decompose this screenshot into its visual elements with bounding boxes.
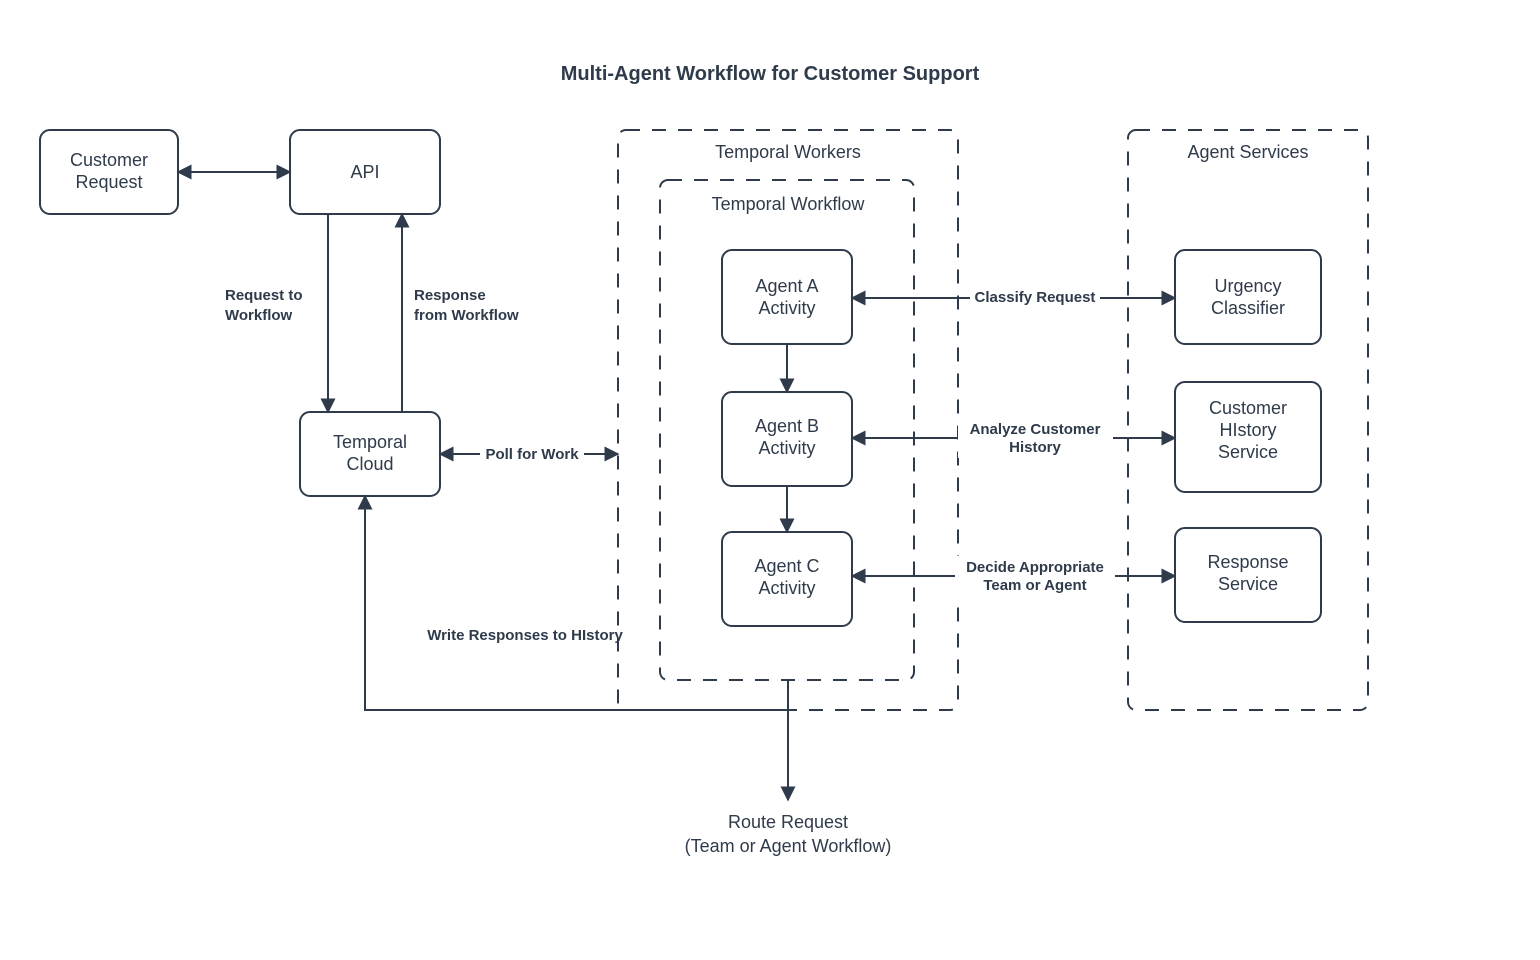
group-agent-services-label: Agent Services (1187, 142, 1308, 162)
edge-api-to-cloud-label-l1: Request to (225, 287, 303, 304)
node-api-label: API (350, 162, 379, 182)
edge-cloud-to-api-label-l1: Response (414, 287, 486, 304)
edge-classify-label: Classify Request (975, 289, 1096, 306)
node-agent-a-label-l1: Agent A (755, 276, 818, 296)
node-urgency-classifier-label-l1: Urgency (1214, 276, 1281, 296)
edge-poll-for-work-label: Poll for Work (485, 446, 579, 463)
edge-decide-label-l2: Team or Agent (983, 577, 1086, 594)
node-response-service-label-l2: Service (1218, 574, 1278, 594)
node-temporal-cloud-label-l1: Temporal (333, 432, 407, 452)
route-label-l2: (Team or Agent Workflow) (685, 836, 892, 856)
node-history-service-label-l2: HIstory (1219, 420, 1276, 440)
group-temporal-workflow-label: Temporal Workflow (712, 194, 866, 214)
group-temporal-workers-label: Temporal Workers (715, 142, 861, 162)
node-agent-c-label-l2: Activity (758, 578, 815, 598)
edge-write-history-label: Write Responses to HIstory (427, 627, 623, 644)
edge-decide-label-l1: Decide Appropriate (966, 559, 1104, 576)
diagram-title: Multi-Agent Workflow for Customer Suppor… (561, 63, 980, 85)
node-agent-a (722, 250, 852, 344)
node-customer-request-label-l2: Request (75, 172, 142, 192)
edge-cloud-to-api-label-l2: from Workflow (414, 307, 519, 324)
route-label-l1: Route Request (728, 812, 848, 832)
node-customer-request-label-l1: Customer (70, 150, 148, 170)
edge-analyze-label-l2: History (1009, 439, 1061, 456)
node-agent-c-label-l1: Agent C (754, 556, 819, 576)
node-agent-a-label-l2: Activity (758, 298, 815, 318)
node-history-service-label-l3: Service (1218, 442, 1278, 462)
node-agent-b-label-l1: Agent B (755, 416, 819, 436)
edge-api-to-cloud-label-l2: Workflow (225, 307, 293, 324)
edge-analyze-label-l1: Analyze Customer (970, 421, 1101, 438)
diagram-canvas: Multi-Agent Workflow for Customer Suppor… (0, 0, 1540, 960)
node-response-service-label-l1: Response (1207, 552, 1288, 572)
node-agent-b-label-l2: Activity (758, 438, 815, 458)
node-urgency-classifier (1175, 250, 1321, 344)
node-temporal-cloud-label-l2: Cloud (346, 454, 393, 474)
node-urgency-classifier-label-l2: Classifier (1211, 298, 1285, 318)
node-history-service-label-l1: Customer (1209, 398, 1287, 418)
